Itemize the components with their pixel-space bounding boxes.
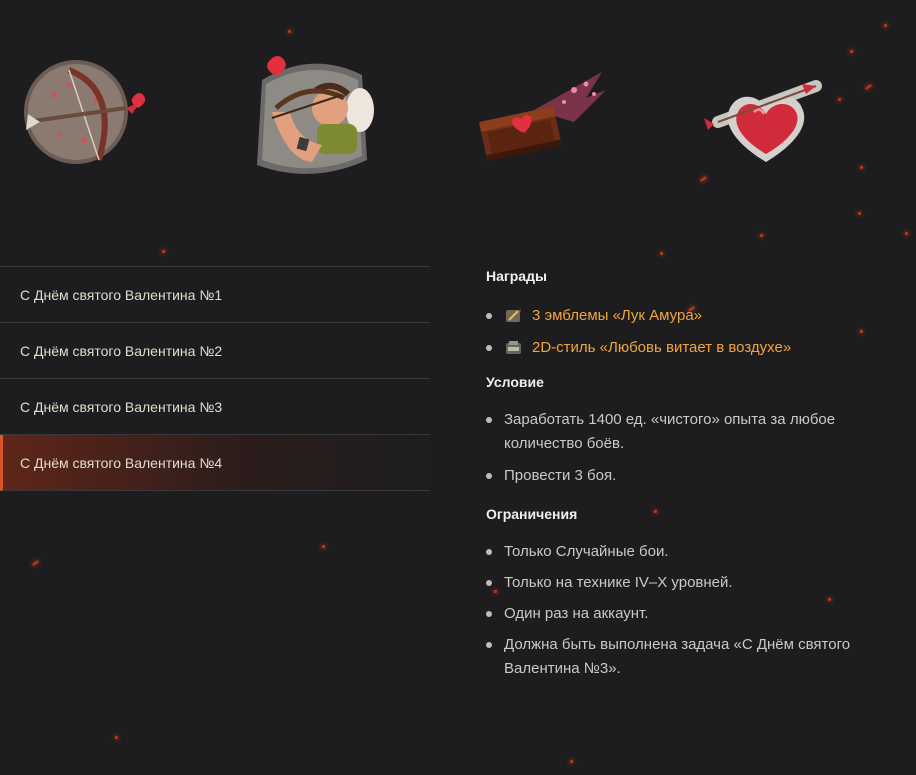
restriction-item: Только на технике IV–X уровней. xyxy=(486,571,896,595)
reward-icons-row xyxy=(0,50,916,200)
rewards-list: 3 эмблемы «Лук Амура» 2D-стиль «Любовь в… xyxy=(486,304,896,360)
style-icon xyxy=(504,338,524,358)
flying-heart-box-icon xyxy=(474,50,614,190)
condition-item: Заработать 1400 ед. «чистого» опыта за л… xyxy=(486,408,896,456)
reward-item: 2D-стиль «Любовь витает в воздухе» xyxy=(486,336,896,360)
mission-item-2[interactable]: С Днём святого Валентина №2 xyxy=(0,323,430,379)
restrictions-list: Только Случайные бои. Только на технике … xyxy=(486,540,896,681)
reward-item: 3 эмблемы «Лук Амура» xyxy=(486,304,896,328)
mission-list: С Днём святого Валентина №1 С Днём свято… xyxy=(0,266,430,491)
restriction-item: Только Случайные бои. xyxy=(486,540,896,564)
condition-item: Провести 3 боя. xyxy=(486,464,896,488)
emblem-icon xyxy=(504,306,524,326)
restrictions-title: Ограничения xyxy=(486,506,578,522)
mission-label: С Днём святого Валентина №4 xyxy=(20,454,223,471)
reward-link-emblems[interactable]: 3 эмблемы «Лук Амура» xyxy=(532,304,702,328)
reward-link-2d-style[interactable]: 2D-стиль «Любовь витает в воздухе» xyxy=(532,336,791,360)
mission-label: С Днём святого Валентина №3 xyxy=(20,398,223,415)
rewards-title: Награды xyxy=(486,268,547,284)
mission-item-1[interactable]: С Днём святого Валентина №1 xyxy=(0,267,430,323)
mission-label: С Днём святого Валентина №2 xyxy=(20,342,223,359)
mission-item-3[interactable]: С Днём святого Валентина №3 xyxy=(0,379,430,435)
mission-label: С Днём святого Валентина №1 xyxy=(20,286,223,303)
restriction-item: Должна быть выполнена задача «С Днём свя… xyxy=(486,633,896,681)
cupid-bow-emblem-icon xyxy=(14,50,154,190)
cupid-archer-emblem-icon xyxy=(242,50,382,190)
heart-arrow-decal-icon xyxy=(696,50,836,190)
mission-details: Награды 3 эмблемы «Лук Амура» 2D-стиль «… xyxy=(486,268,896,681)
condition-list: Заработать 1400 ед. «чистого» опыта за л… xyxy=(486,408,896,488)
restriction-item: Один раз на аккаунт. xyxy=(486,602,896,626)
mission-item-4-active[interactable]: С Днём святого Валентина №4 xyxy=(0,435,430,491)
condition-title: Условие xyxy=(486,374,544,390)
